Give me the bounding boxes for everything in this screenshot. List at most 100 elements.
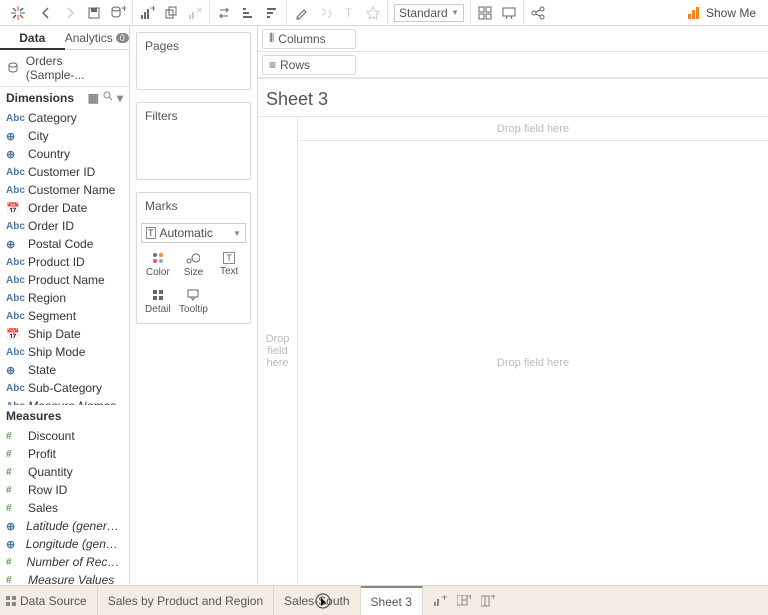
field-discount[interactable]: #Discount	[0, 427, 129, 445]
field-longitude-generat-[interactable]: ⊕Longitude (generat...	[0, 535, 129, 553]
sheet-tab-1[interactable]: Sales-South	[274, 586, 360, 615]
swap-icon[interactable]	[216, 5, 232, 21]
pages-shelf[interactable]: Pages	[136, 32, 251, 90]
field-customer-id[interactable]: AbcCustomer ID	[0, 163, 129, 181]
svg-text:T: T	[345, 6, 353, 20]
view-list-icon[interactable]: ▦	[88, 91, 99, 105]
new-worksheet-icon[interactable]: +	[433, 594, 447, 608]
measures-list: #Discount#Profit#Quantity#Row ID#Sales⊕L…	[0, 427, 129, 584]
field-customer-name[interactable]: AbcCustomer Name	[0, 181, 129, 199]
caret-down-icon: ▼	[233, 229, 241, 238]
sort-desc-icon[interactable]	[264, 5, 280, 21]
label-icon[interactable]: T	[341, 5, 357, 21]
field-order-date[interactable]: 📅Order Date	[0, 199, 129, 217]
datasource-icon	[6, 61, 20, 75]
field-quantity[interactable]: #Quantity	[0, 463, 129, 481]
size-icon	[186, 251, 200, 265]
rows-shelf[interactable]: ≡Rows	[258, 52, 768, 78]
column-drop-zone[interactable]: Drop field here	[298, 117, 768, 141]
field-order-id[interactable]: AbcOrder ID	[0, 217, 129, 235]
field-region[interactable]: AbcRegion	[0, 289, 129, 307]
duplicate-icon[interactable]	[163, 5, 179, 21]
save-icon[interactable]	[86, 5, 102, 21]
forward-icon[interactable]	[62, 5, 78, 21]
filters-shelf[interactable]: Filters	[136, 102, 251, 180]
field-segment[interactable]: AbcSegment	[0, 307, 129, 325]
measures-header: Measures	[0, 405, 129, 427]
datasource-name: Orders (Sample-...	[26, 54, 123, 82]
tab-analytics[interactable]: Analytics0	[65, 26, 130, 49]
field-product-id[interactable]: AbcProduct ID	[0, 253, 129, 271]
svg-text:×: ×	[196, 6, 203, 17]
field-sales[interactable]: #Sales	[0, 499, 129, 517]
clear-sheet-icon[interactable]: ×	[187, 5, 203, 21]
fit-value: Standard	[399, 6, 448, 20]
sheet-tab-2[interactable]: Sheet 3	[361, 586, 423, 615]
tab-data[interactable]: Data	[0, 26, 65, 49]
detail-icon	[151, 288, 165, 302]
highlight-icon[interactable]	[293, 5, 309, 21]
columns-shelf[interactable]: ⦀Columns	[258, 26, 768, 52]
mark-type-dropdown[interactable]: TAutomatic ▼	[141, 223, 246, 243]
shelves-pane: Pages Filters Marks TAutomatic ▼ Color	[130, 26, 258, 584]
row-drop-zone[interactable]: Drop field here	[258, 117, 298, 584]
show-cards-icon[interactable]	[477, 5, 493, 21]
back-icon[interactable]	[38, 5, 54, 21]
field-ship-date[interactable]: 📅Ship Date	[0, 325, 129, 343]
tooltip-icon	[186, 288, 200, 302]
field-measure-values[interactable]: #Measure Values	[0, 571, 129, 584]
top-toolbar: + + × T Standard ▼ Show Me	[0, 0, 768, 26]
analytics-badge: 0	[116, 33, 129, 43]
show-me-icon	[688, 7, 702, 19]
tooltip-button[interactable]: Tooltip	[177, 284, 211, 319]
new-datasource-icon[interactable]: +	[110, 5, 126, 21]
detail-button[interactable]: Detail	[141, 284, 175, 319]
field-category[interactable]: AbcCategory	[0, 109, 129, 127]
new-sheet-icon[interactable]: +	[139, 5, 155, 21]
field-product-name[interactable]: AbcProduct Name	[0, 271, 129, 289]
sheet-tab-0[interactable]: Sales by Product and Region	[98, 586, 274, 615]
datasource-item[interactable]: Orders (Sample-...	[0, 50, 129, 87]
field-measure-names[interactable]: AbcMeasure Names	[0, 397, 129, 405]
size-button[interactable]: Size	[177, 247, 211, 282]
share-icon[interactable]	[530, 5, 546, 21]
presentation-icon[interactable]	[501, 5, 517, 21]
marks-card: Marks TAutomatic ▼ Color Size	[136, 192, 251, 324]
field-row-id[interactable]: #Row ID	[0, 481, 129, 499]
menu-icon[interactable]: ▾	[117, 91, 123, 105]
field-profit[interactable]: #Profit	[0, 445, 129, 463]
group-icon[interactable]	[317, 5, 333, 21]
datasource-tab-icon	[6, 596, 16, 606]
columns-icon: ⦀	[269, 31, 274, 46]
field-state[interactable]: ⊕State	[0, 361, 129, 379]
sort-asc-icon[interactable]	[240, 5, 256, 21]
color-button[interactable]: Color	[141, 247, 175, 282]
dimensions-list: AbcCategory⊕City⊕CountryAbcCustomer IDAb…	[0, 109, 129, 405]
svg-text:+: +	[467, 595, 471, 603]
caret-down-icon: ▼	[451, 8, 459, 17]
field-country[interactable]: ⊕Country	[0, 145, 129, 163]
field-number-of-records[interactable]: #Number of Records	[0, 553, 129, 571]
field-city[interactable]: ⊕City	[0, 127, 129, 145]
new-story-icon[interactable]: +	[481, 594, 495, 608]
pin-icon[interactable]	[365, 5, 381, 21]
new-dashboard-icon[interactable]: +	[457, 594, 471, 608]
show-me-label: Show Me	[706, 6, 756, 20]
svg-text:+: +	[441, 595, 447, 604]
sheet-title[interactable]: Sheet 3	[258, 79, 768, 116]
fit-dropdown[interactable]: Standard ▼	[394, 4, 464, 22]
text-mark-icon: T	[146, 227, 156, 239]
view-drop-zone[interactable]: Drop field here	[298, 141, 768, 584]
dimensions-header: Dimensions ▦ ▾	[0, 87, 129, 109]
datasource-tab[interactable]: Data Source	[0, 586, 98, 615]
tableau-logo-icon	[10, 5, 26, 21]
field-ship-mode[interactable]: AbcShip Mode	[0, 343, 129, 361]
field-sub-category[interactable]: AbcSub-Category	[0, 379, 129, 397]
svg-text:+: +	[121, 6, 126, 15]
field-postal-code[interactable]: ⊕Postal Code	[0, 235, 129, 253]
rows-icon: ≡	[269, 58, 276, 72]
text-button[interactable]: T Text	[212, 247, 246, 282]
search-icon[interactable]	[103, 91, 113, 105]
show-me-button[interactable]: Show Me	[680, 6, 764, 20]
field-latitude-generated-[interactable]: ⊕Latitude (generated)	[0, 517, 129, 535]
